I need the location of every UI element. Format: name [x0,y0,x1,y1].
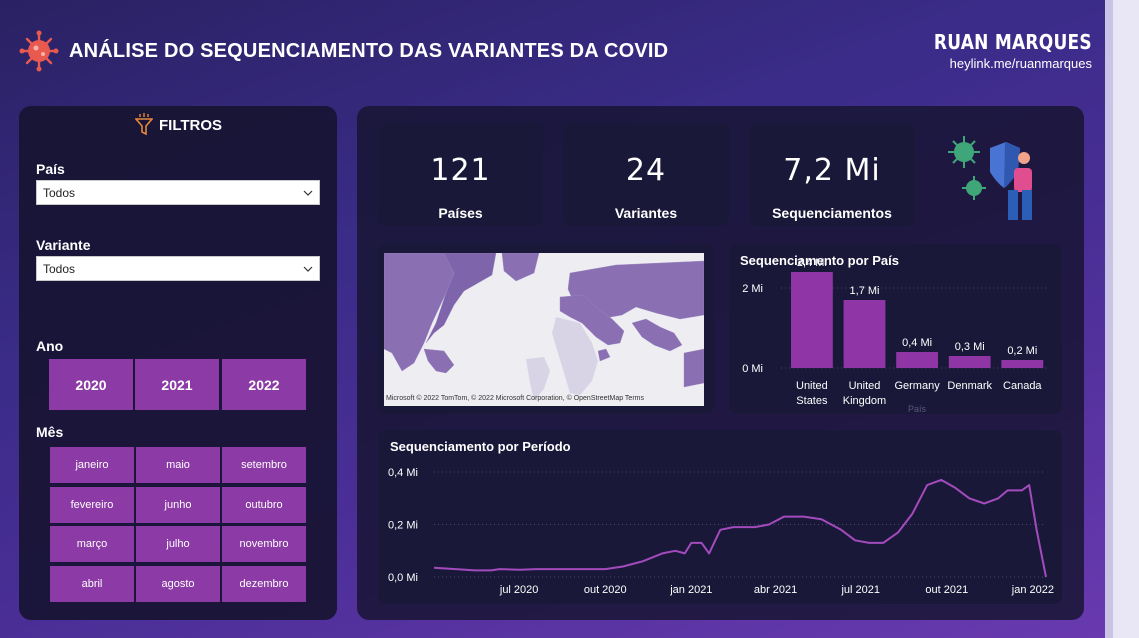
month-button[interactable]: dezembro [222,566,306,602]
bar-chart: 0 Mi 2 Mi 2,4 Mi United States 1,7 Mi United Ki… [742,257,1049,414]
bar-category-label: States [796,395,828,407]
page-title: ANÁLISE DO SEQUENCIAMENTO DAS VARIANTES … [69,40,669,62]
line-ytick-label: 0,4 Mi [388,467,418,479]
kpi-value: 24 [625,153,667,188]
year-2021-button[interactable]: 2021 [135,359,219,410]
line-xtick-label: jul 2021 [840,584,880,596]
bar-data-label: 2,4 Mi [797,257,827,269]
world-map-graphic [384,253,704,406]
bar-category-label: Kingdom [843,395,886,407]
world-map[interactable]: Microsoft © 2022 TomTom, © 2022 Microsof… [384,253,704,406]
month-button[interactable]: junho [136,487,220,523]
month-button[interactable]: outubro [222,487,306,523]
year-2022-button[interactable]: 2022 [222,359,306,410]
bar [843,300,886,368]
bar-data-label: 1,7 Mi [850,285,880,297]
kpi-card-countries: 121 Países [378,123,543,226]
bar-category-label: Canada [1003,380,1042,392]
bar-category-label: Denmark [947,380,992,392]
bar [896,352,939,368]
line-xtick-label: abr 2021 [754,584,797,596]
country-dropdown[interactable]: Todos [36,180,320,205]
kpi-label: Países [438,205,483,221]
bar-ytick-label: 0 Mi [742,363,763,375]
kpi-label: Variantes [614,205,678,221]
bar-category-label: Germany [894,380,940,392]
bar [1001,360,1044,368]
chevron-down-icon [303,266,313,272]
line-xtick-label: out 2020 [584,584,627,596]
month-button[interactable]: março [50,526,134,562]
line-xtick-label: jul 2020 [499,584,539,596]
month-label: Mês [36,424,64,440]
bar [791,272,833,368]
bar-category-label: United [849,380,881,392]
filter-header: FILTROS [135,113,222,137]
map-credit: Microsoft © 2022 TomTom, © 2022 Microsof… [386,395,644,402]
kpi-card-sequencings: 7,2 Mi Sequenciamentos [749,123,915,226]
country-label: País [36,161,65,177]
filter-funnel-icon [135,113,153,136]
kpi-label: Sequenciamentos [772,205,892,221]
line-xtick-label: jan 2021 [669,584,712,596]
line-xtick-label: jan 2022 [1011,584,1054,596]
month-button[interactable]: abril [50,566,134,602]
line-xtick-label: out 2021 [925,584,968,596]
filter-title: FILTROS [159,116,223,134]
author-block: RUAN MARQUES heylink.me/ruanmarques [906,30,1092,71]
country-dropdown-value: Todos [43,185,76,200]
month-button[interactable]: setembro [222,447,306,483]
kpi-value: 121 [430,153,491,188]
author-name: RUAN MARQUES [933,30,1092,54]
month-button[interactable]: julho [136,526,220,562]
author-link[interactable]: heylink.me/ruanmarques [906,56,1092,71]
month-button[interactable]: novembro [222,526,306,562]
line-chart: 0,0 Mi 0,2 Mi 0,4 Mi jul 2020 out 2020 jan 20… [388,467,1054,596]
bar-category-label: United [796,380,828,392]
month-button[interactable]: agosto [136,566,220,602]
year-label: Ano [36,338,64,354]
variant-label: Variante [36,237,91,253]
bar-data-label: 0,3 Mi [955,341,985,353]
month-button[interactable]: janeiro [50,447,134,483]
kpi-value: 7,2 Mi [783,153,881,188]
month-button[interactable]: maio [136,447,220,483]
chevron-down-icon [303,190,313,196]
right-scroll-strip [1105,0,1139,638]
bar [948,356,991,368]
bar-xaxis-label: País [908,404,927,414]
bar-data-label: 0,4 Mi [902,337,932,349]
series-line [433,478,1047,578]
variant-dropdown-value: Todos [43,261,76,276]
line-ytick-label: 0,0 Mi [388,572,418,584]
bar-ytick-label: 2 Mi [742,283,763,295]
virus-logo-icon [19,30,59,72]
variant-dropdown[interactable]: Todos [36,256,320,281]
line-ytick-label: 0,2 Mi [388,520,418,532]
virus-shield-person-icon [948,136,1032,220]
bar-data-label: 0,2 Mi [1007,345,1037,357]
month-button[interactable]: fevereiro [50,487,134,523]
year-2020-button[interactable]: 2020 [49,359,133,410]
kpi-card-variants: 24 Variantes [563,123,729,226]
